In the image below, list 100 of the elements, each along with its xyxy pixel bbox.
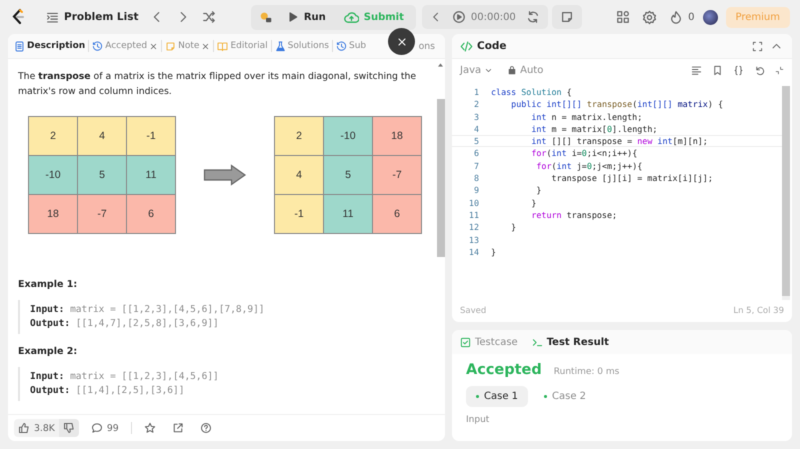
panel-title: Code — [477, 40, 507, 52]
runtime-text: Runtime: 0 ms — [554, 367, 620, 377]
code-line: for(int j=0;j<m;j++){ — [535, 160, 642, 172]
matrix-cell: 6 — [373, 195, 421, 233]
code-line: } — [535, 184, 542, 197]
panel-tab[interactable]: Testcase — [460, 336, 518, 348]
panel-tab[interactable]: ons — [418, 40, 435, 52]
help-icon — [200, 422, 212, 434]
streak-button[interactable]: 0 — [665, 7, 698, 27]
play-circle-icon — [452, 10, 466, 24]
code-line: int n = matrix.length; — [530, 110, 642, 123]
line-number: 3 — [472, 110, 480, 123]
code-line: public int[][] transpose(int[][] matrix) { — [510, 98, 723, 111]
close-icon[interactable] — [149, 42, 158, 50]
book-icon — [217, 40, 228, 52]
matrix-cell: 11 — [127, 156, 175, 194]
matrix-cell: 4 — [78, 117, 126, 155]
bookmark-icon — [712, 64, 723, 76]
scroll-up-icon[interactable] — [438, 63, 443, 67]
code-line: } — [510, 221, 516, 234]
line-number: 14 — [468, 246, 480, 258]
panel-tab[interactable]: Description — [14, 40, 86, 52]
matrix-cell: 18 — [373, 117, 421, 155]
share-icon — [172, 422, 184, 434]
description-icon — [14, 40, 25, 52]
matrix-cell: -7 — [373, 156, 421, 194]
submit-button[interactable]: Submit — [336, 6, 412, 28]
matrix-cell: 4 — [275, 156, 323, 194]
section-label: Input — [466, 415, 490, 425]
language-dropdown[interactable]: Java — [458, 62, 496, 78]
panel-tab[interactable]: Sub — [336, 40, 366, 52]
line-number: 11 — [468, 208, 480, 222]
upload-icon — [344, 10, 359, 24]
refresh-icon — [526, 10, 540, 24]
braces-icon — [733, 64, 744, 76]
note-icon — [560, 10, 574, 24]
history-icon — [336, 40, 347, 52]
result-status: Accepted — [466, 362, 542, 378]
panel-tab[interactable]: Solutions — [274, 40, 329, 52]
scrollbar-thumb[interactable] — [782, 86, 790, 296]
list-icon — [46, 10, 59, 24]
star-icon — [144, 422, 156, 434]
panel-tab[interactable]: Editorial — [217, 40, 268, 52]
matrix-cell: 18 — [29, 195, 77, 233]
expand-icon — [752, 40, 763, 52]
code-line: int m = matrix[0].length; — [530, 122, 658, 136]
save-status: Saved — [460, 306, 486, 316]
case-tab[interactable]: Case 1 — [466, 386, 528, 407]
note-icon — [165, 40, 176, 52]
shrink-icon — [775, 66, 784, 74]
premium-button[interactable]: Premium — [726, 6, 790, 28]
cursor-position: Ln 5, Col 39 — [733, 306, 784, 316]
code-line: } — [491, 246, 496, 258]
line-number: 4 — [472, 122, 480, 136]
description-text: The transpose of a matrix is the matrix flipped over its main diagonal, switching the matrix's row and column indices. — [18, 70, 418, 99]
panel-tab[interactable]: Note — [165, 40, 210, 52]
code-line: class Solution { — [491, 86, 572, 98]
line-number: 13 — [468, 234, 480, 246]
panel-tab[interactable]: Test Result — [532, 336, 609, 348]
example-output-text: Output: [[1,4],[2,5],[3,6]] — [30, 384, 186, 398]
thumbs-down-icon — [62, 422, 75, 434]
code-line: transpose [j][i] = matrix[i][j]; — [550, 172, 713, 184]
avatar[interactable] — [702, 10, 718, 24]
comment-icon — [90, 422, 103, 434]
comments-button[interactable]: 99 — [86, 419, 123, 437]
matrix-cell: 5 — [324, 156, 372, 194]
matrix-cell: 6 — [127, 195, 175, 233]
right-arrow-icon — [203, 164, 247, 186]
code-line: } — [530, 196, 536, 209]
matrix-cell: -7 — [78, 195, 126, 233]
dislike-button[interactable] — [58, 419, 79, 437]
line-number: 6 — [472, 147, 480, 160]
run-button[interactable]: Run — [278, 8, 334, 26]
close-icon — [396, 36, 408, 48]
problem-list-button[interactable]: Problem List — [42, 8, 142, 26]
example-input-text: Input: matrix = [[1,2,3],[4,5,6]] — [30, 370, 220, 384]
close-icon[interactable] — [201, 42, 210, 50]
checkbox-icon — [460, 336, 471, 348]
line-number: 1 — [472, 86, 480, 98]
lines-icon — [691, 64, 702, 76]
auto-mode-button[interactable]: Auto — [505, 62, 546, 78]
line-number: 9 — [472, 184, 480, 197]
logo-icon[interactable] — [10, 8, 26, 26]
grid-icon — [616, 10, 630, 24]
scrollbar-thumb[interactable] — [436, 99, 444, 257]
line-number: 7 — [472, 160, 480, 172]
matrix-cell: -1 — [275, 195, 323, 233]
history-icon — [92, 40, 104, 52]
flame-icon — [669, 10, 684, 24]
terminal-icon — [532, 336, 543, 348]
case-tab[interactable]: Case 2 — [534, 386, 596, 407]
matrix-cell: 11 — [324, 195, 372, 233]
matrix-cell: -10 — [324, 117, 372, 155]
matrix-cell: -10 — [29, 156, 77, 194]
line-number: 12 — [468, 221, 480, 234]
panel-tab[interactable]: Accepted — [92, 40, 158, 52]
matrix-cell: 2 — [275, 117, 323, 155]
code-line: int [][] transpose = new int[m][n]; — [530, 135, 708, 148]
line-number: 10 — [468, 196, 480, 209]
example-input-text: Input: matrix = [[1,2,3],[4,5,6],[7,8,9]] — [30, 303, 266, 317]
